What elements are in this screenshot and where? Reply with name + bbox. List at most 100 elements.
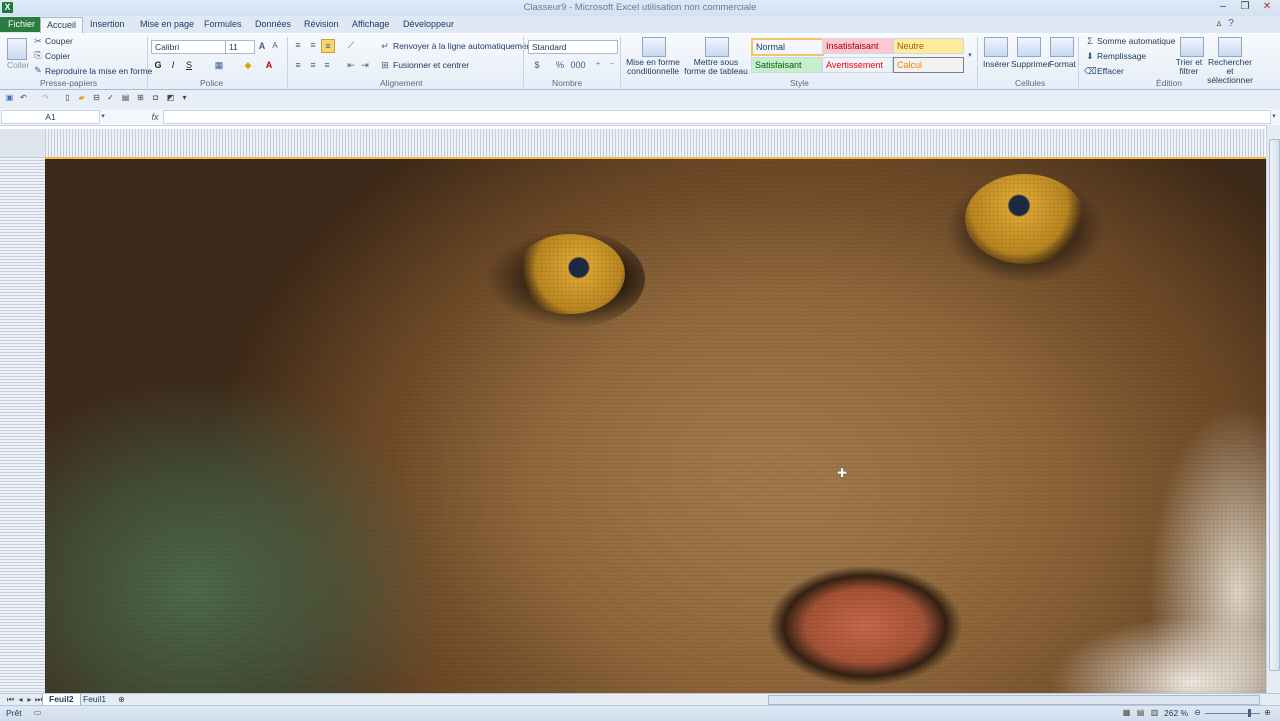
zoom-slider-thumb[interactable]: [1248, 709, 1251, 717]
tab-revision[interactable]: Révision: [298, 17, 345, 32]
style-avertissement[interactable]: Avertissement: [822, 57, 893, 73]
align-bottom-icon[interactable]: ≡: [321, 39, 335, 53]
delete-button[interactable]: Supprimer: [1011, 59, 1050, 69]
next-sheet-icon[interactable]: ▸: [25, 695, 34, 704]
chart-icon[interactable]: ◩: [166, 93, 175, 102]
customize-qat-icon[interactable]: ▾: [180, 93, 189, 102]
style-neutre[interactable]: Neutre: [893, 38, 964, 54]
italic-button[interactable]: I: [167, 59, 179, 71]
camera-icon[interactable]: ◘: [151, 93, 160, 102]
spell-check-icon[interactable]: ✓: [106, 93, 115, 102]
horizontal-scrollbar[interactable]: [768, 695, 1260, 705]
shrink-font-icon[interactable]: A: [269, 40, 281, 52]
underline-button[interactable]: S: [183, 59, 195, 71]
expand-formula-icon[interactable]: ▾: [1268, 111, 1280, 123]
fill-button[interactable]: Remplissage: [1097, 51, 1146, 61]
bold-button[interactable]: G: [152, 59, 164, 71]
tab-affichage[interactable]: Affichage: [346, 17, 395, 32]
first-sheet-icon[interactable]: ⏮: [6, 695, 15, 704]
conditional-format-button[interactable]: Mise en forme conditionnelle: [624, 58, 682, 76]
increase-decimal-icon[interactable]: ⁺: [592, 59, 604, 71]
tab-developpeur[interactable]: Développeur: [397, 17, 460, 32]
vertical-scroll-thumb[interactable]: [1269, 139, 1280, 671]
page-break-view-icon[interactable]: ▥: [1150, 708, 1159, 717]
formula-input[interactable]: [163, 110, 1271, 124]
sheet-tab-feuil1[interactable]: Feuil1: [77, 694, 112, 705]
print-preview-icon[interactable]: ⊟: [92, 93, 101, 102]
row-headers[interactable]: [0, 157, 45, 693]
font-name-select[interactable]: Calibri: [151, 40, 226, 54]
fill-color-icon[interactable]: ◆: [242, 59, 254, 71]
thousands-icon[interactable]: 000: [570, 59, 586, 71]
styles-more-icon[interactable]: ▾: [964, 50, 976, 62]
macro-record-icon[interactable]: ▭: [33, 708, 42, 717]
format-painter-button[interactable]: Reproduire la mise en forme: [45, 66, 152, 76]
number-format-select[interactable]: Standard: [528, 40, 618, 54]
wrap-text-button[interactable]: Renvoyer à la ligne automatiquement: [393, 41, 534, 51]
undo-icon[interactable]: ↶: [19, 93, 28, 102]
vertical-scrollbar[interactable]: [1266, 125, 1280, 695]
zoom-in-icon[interactable]: ⊕: [1263, 708, 1272, 717]
decrease-indent-icon[interactable]: ⇤: [345, 59, 357, 71]
new-icon[interactable]: ▯: [63, 93, 72, 102]
style-insatisfaisant[interactable]: Insatisfaisant: [822, 38, 893, 54]
merge-center-button[interactable]: Fusionner et centrer: [393, 60, 469, 70]
align-right-icon[interactable]: ≡: [321, 59, 333, 71]
insert-sheet-icon[interactable]: ⊕: [117, 695, 126, 704]
percent-icon[interactable]: %: [554, 59, 566, 71]
autosum-button[interactable]: Somme automatique: [1097, 36, 1175, 46]
accounting-icon[interactable]: $: [531, 59, 543, 71]
open-folder-icon[interactable]: ▰: [77, 93, 86, 102]
help-icon[interactable]: ?: [1224, 18, 1238, 30]
increase-indent-icon[interactable]: ⇥: [359, 59, 371, 71]
orientation-icon[interactable]: ⟋: [345, 39, 357, 51]
column-headers[interactable]: [45, 129, 1265, 157]
tab-formules[interactable]: Formules: [198, 17, 248, 32]
tab-insertion[interactable]: Insertion: [84, 17, 131, 32]
name-box-dropdown-icon[interactable]: ▾: [97, 111, 109, 123]
page-layout-view-icon[interactable]: ▤: [1136, 708, 1145, 717]
tab-donnees[interactable]: Données: [249, 17, 297, 32]
restore-icon[interactable]: ❐: [1238, 1, 1252, 13]
align-left-icon[interactable]: ≡: [292, 59, 304, 71]
normal-view-icon[interactable]: ▦: [1122, 708, 1131, 717]
insert-function-icon[interactable]: fx: [148, 111, 162, 123]
grid-icon[interactable]: ⊞: [136, 93, 145, 102]
tab-accueil[interactable]: Accueil: [40, 17, 84, 33]
group-label-font: Police: [200, 78, 224, 88]
cut-button[interactable]: Couper: [45, 36, 73, 46]
minimize-icon[interactable]: –: [1216, 1, 1230, 13]
zoom-slider[interactable]: [1205, 713, 1260, 714]
name-box[interactable]: A1: [1, 110, 100, 124]
tab-fichier[interactable]: Fichier: [0, 17, 44, 32]
save-icon[interactable]: ▣: [5, 93, 14, 102]
format-as-table-button[interactable]: Mettre sous forme de tableau: [683, 58, 749, 76]
decrease-decimal-icon[interactable]: ⁻: [606, 59, 618, 71]
table-icon[interactable]: ▤: [121, 93, 130, 102]
format-button[interactable]: Format: [1049, 59, 1076, 69]
sort-filter-button[interactable]: Trier et filtrer: [1172, 58, 1206, 76]
style-normal[interactable]: Normal: [751, 38, 824, 56]
paste-button[interactable]: Coller: [7, 60, 29, 70]
paste-icon[interactable]: [7, 38, 27, 60]
align-top-icon[interactable]: ≡: [292, 39, 304, 51]
borders-icon[interactable]: ▦: [213, 59, 225, 71]
find-select-button[interactable]: Rechercher et sélectionner: [1205, 58, 1255, 85]
align-center-icon[interactable]: ≡: [307, 59, 319, 71]
prev-sheet-icon[interactable]: ◂: [16, 695, 25, 704]
insert-button[interactable]: Insérer: [983, 59, 1009, 69]
clear-button[interactable]: Effacer: [1097, 66, 1124, 76]
grow-font-icon[interactable]: A: [256, 40, 268, 52]
font-color-icon[interactable]: A: [263, 59, 275, 71]
style-satisfaisant[interactable]: Satisfaisant: [751, 57, 822, 73]
close-icon[interactable]: ✕: [1260, 1, 1274, 13]
copy-button[interactable]: Copier: [45, 51, 70, 61]
redo-icon[interactable]: ↷: [41, 93, 50, 102]
zoom-out-icon[interactable]: ⊖: [1193, 708, 1202, 717]
tab-mise-en-page[interactable]: Mise en page: [134, 17, 200, 32]
style-calcul[interactable]: Calcul: [893, 57, 964, 73]
select-all-corner[interactable]: [0, 129, 45, 157]
align-middle-icon[interactable]: ≡: [307, 39, 319, 51]
font-size-select[interactable]: 11: [225, 40, 255, 54]
zoom-level[interactable]: 262 %: [1164, 708, 1188, 718]
